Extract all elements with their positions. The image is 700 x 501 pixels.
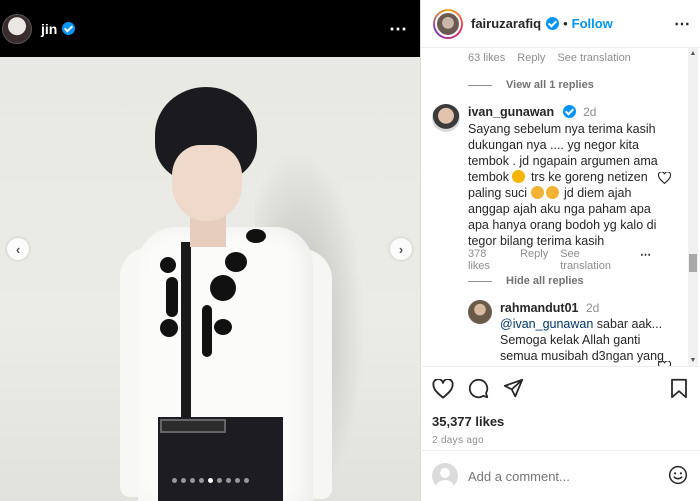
carousel-dot bbox=[216, 478, 222, 483]
verified-icon bbox=[62, 22, 76, 35]
reply-button[interactable]: Reply bbox=[517, 52, 545, 64]
photo-flower bbox=[214, 319, 232, 335]
view-replies-label: View all 1 replies bbox=[506, 79, 594, 91]
separator-dot: • bbox=[563, 16, 568, 31]
author-username[interactable]: jin bbox=[41, 21, 57, 37]
comment-likes[interactable]: 378 likes bbox=[468, 248, 508, 272]
panel-author-avatar[interactable] bbox=[433, 8, 463, 39]
hide-replies-label: Hide all replies bbox=[506, 275, 584, 287]
reply-text: @ivan_gunawan sabar aak... Semoga kelak … bbox=[500, 317, 665, 366]
see-translation-link[interactable]: See translation bbox=[560, 248, 628, 272]
photo-flower bbox=[225, 252, 247, 272]
photo-flower bbox=[160, 319, 178, 337]
commenter-avatar[interactable] bbox=[468, 300, 492, 324]
bookmark-icon[interactable] bbox=[670, 378, 688, 402]
add-comment-bar bbox=[420, 450, 700, 501]
photo-belt bbox=[160, 419, 226, 433]
post-header: jin ⋯ bbox=[0, 0, 420, 57]
comment-likes[interactable]: 63 likes bbox=[468, 52, 505, 64]
photo-flower bbox=[210, 275, 236, 301]
reply-time[interactable]: 2d bbox=[586, 301, 599, 315]
current-user-avatar bbox=[432, 463, 458, 489]
reply-username[interactable]: rahmandut01 bbox=[500, 301, 579, 315]
action-icons bbox=[432, 377, 688, 402]
photo-flower bbox=[166, 277, 178, 317]
add-comment-input[interactable] bbox=[468, 468, 648, 484]
carousel-prev-button[interactable]: ‹ bbox=[7, 238, 29, 260]
carousel-dot bbox=[171, 478, 177, 483]
view-replies-toggle[interactable]: View all 1 replies bbox=[468, 79, 594, 91]
mention-link[interactable]: @ivan_gunawan bbox=[500, 317, 593, 331]
post-timestamp[interactable]: 2 days ago bbox=[432, 435, 688, 446]
commenter-avatar[interactable] bbox=[432, 104, 460, 132]
comment-more-icon[interactable]: ⋯ bbox=[640, 248, 652, 272]
panel-header: fairuzarafiq • Follow ⋯ bbox=[421, 0, 700, 48]
comment-like-icon[interactable] bbox=[657, 171, 672, 187]
carousel-dot bbox=[198, 478, 204, 483]
comment-item: ivan_gunawan 2d Sayang sebelum nya terim… bbox=[432, 104, 672, 249]
comment-time[interactable]: 2d bbox=[583, 105, 596, 119]
scroll-thumb[interactable] bbox=[689, 254, 697, 272]
photo-flower bbox=[202, 305, 212, 357]
scroll-up-arrow-icon[interactable]: ▲ bbox=[688, 50, 698, 57]
comments-list[interactable]: 63 likes Reply See translation View all … bbox=[420, 48, 688, 366]
carousel-dots bbox=[0, 478, 420, 483]
sad-face-emoji-icon bbox=[512, 170, 526, 183]
comments-scrollbar[interactable]: ▲ ▼ bbox=[688, 48, 698, 366]
carousel-dot bbox=[234, 478, 240, 483]
post-media-panel: jin ⋯ ‹ › bbox=[0, 0, 420, 501]
author-avatar[interactable] bbox=[2, 13, 32, 44]
comment-text: Sayang sebelum nya terima kasih dukungan… bbox=[468, 122, 658, 248]
comment-meta: 378 likes Reply See translation ⋯ bbox=[468, 248, 652, 272]
post-photo[interactable] bbox=[0, 57, 420, 501]
carousel-dot bbox=[207, 478, 213, 483]
carousel-next-button[interactable]: › bbox=[390, 238, 412, 260]
carousel-dot bbox=[180, 478, 186, 483]
post-likes-count[interactable]: 35,377 likes bbox=[432, 414, 688, 429]
carousel-dot bbox=[225, 478, 231, 483]
more-options-icon[interactable]: ⋯ bbox=[389, 20, 408, 38]
carousel-dot bbox=[243, 478, 249, 483]
verified-icon bbox=[546, 17, 560, 30]
reply-button[interactable]: Reply bbox=[520, 248, 548, 272]
more-options-icon[interactable]: ⋯ bbox=[674, 14, 691, 34]
verified-icon bbox=[562, 105, 576, 118]
panel-author-username[interactable]: fairuzarafiq bbox=[471, 16, 541, 31]
photo-face-lower bbox=[172, 145, 242, 221]
comment-meta-top: 63 likes Reply See translation bbox=[468, 52, 678, 64]
see-translation-link[interactable]: See translation bbox=[557, 52, 630, 64]
reply-item: rahmandut01 2d @ivan_gunawan sabar aak..… bbox=[468, 300, 668, 366]
clap-emoji-icon bbox=[545, 186, 559, 199]
follow-button[interactable]: Follow bbox=[572, 16, 613, 31]
scroll-down-arrow-icon[interactable]: ▼ bbox=[688, 357, 698, 364]
photo-shirt-placket bbox=[181, 242, 191, 422]
heart-icon[interactable] bbox=[432, 377, 454, 402]
share-icon[interactable] bbox=[503, 378, 524, 402]
carousel-dot bbox=[189, 478, 195, 483]
comment-username[interactable]: ivan_gunawan bbox=[468, 105, 554, 119]
photo-flower bbox=[160, 257, 176, 273]
emoji-icon[interactable] bbox=[668, 465, 688, 488]
post-actions: 35,377 likes 2 days ago bbox=[420, 366, 700, 446]
clap-emoji-icon bbox=[530, 186, 544, 199]
comment-icon[interactable] bbox=[468, 378, 489, 402]
photo-flower bbox=[246, 229, 266, 243]
hide-replies-toggle[interactable]: Hide all replies bbox=[468, 275, 584, 287]
